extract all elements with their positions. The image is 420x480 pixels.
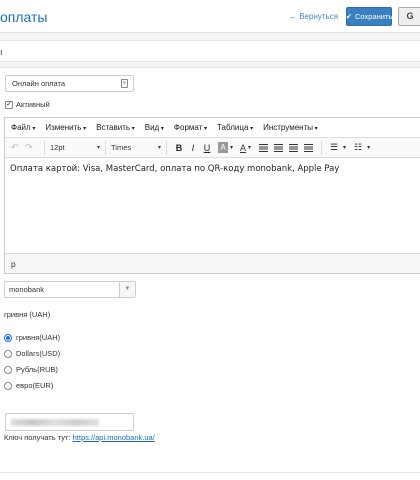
currency-option-usd[interactable]: Dollars(USD) — [4, 349, 60, 358]
bold-icon[interactable]: B — [172, 143, 186, 153]
editor-content[interactable]: Оплата картой: Visa, MasterCard, оплата … — [5, 158, 420, 253]
active-checkbox[interactable]: ✓ — [5, 100, 13, 109]
currency-option-label: евро(EUR) — [16, 381, 54, 390]
font-size-select[interactable]: 12pt — [50, 143, 100, 152]
rich-text-editor: Файл Изменить Вставить Вид Формат Таблиц… — [4, 117, 420, 274]
payment-name-input[interactable]: Онлайн оплата ≡ — [5, 75, 134, 92]
field-badge-icon: ≡ — [121, 79, 128, 88]
editor-statusbar: p — [5, 253, 420, 273]
extra-button[interactable]: G — [398, 7, 420, 26]
name-strip-text: ı — [0, 47, 3, 57]
radio-usd[interactable] — [4, 349, 12, 358]
font-color-icon[interactable]: A — [240, 143, 246, 153]
align-right-icon[interactable] — [289, 143, 299, 152]
toolbar-divider — [105, 140, 106, 155]
module-select-value: monobank — [9, 285, 45, 294]
menu-tools[interactable]: Инструменты — [263, 123, 318, 132]
menu-format[interactable]: Формат — [174, 123, 207, 132]
radio-eur[interactable] — [4, 381, 12, 390]
menu-view[interactable]: Вид — [145, 123, 164, 132]
chevron-down-icon[interactable]: ▾ — [230, 144, 233, 151]
italic-icon[interactable]: I — [186, 143, 200, 153]
currency-option-label: гривня(UAH) — [16, 333, 61, 342]
currency-option-rub[interactable]: Рубль(RUB) — [4, 365, 58, 374]
menu-insert[interactable]: Вставить — [96, 123, 135, 132]
align-center-icon[interactable] — [274, 143, 284, 152]
editor-menubar: Файл Изменить Вставить Вид Формат Таблиц… — [5, 118, 420, 138]
font-family-value: Times — [111, 143, 132, 152]
redacted-key — [11, 419, 99, 426]
currency-option-uah[interactable]: гривня(UAH) — [4, 333, 60, 342]
check-icon: ✔ — [345, 12, 353, 21]
name-strip: ı — [0, 40, 420, 62]
api-key-input[interactable] — [5, 413, 134, 431]
radio-rub[interactable] — [4, 365, 12, 374]
currency-label: гривня (UAH) — [4, 310, 51, 319]
chevron-down-icon[interactable]: ▾ — [343, 144, 346, 151]
redo-icon[interactable]: ↷ — [25, 142, 39, 153]
chevron-down-icon[interactable]: ▼ — [119, 282, 135, 297]
currency-option-eur[interactable]: евро(EUR) — [4, 381, 53, 390]
payment-name-value: Онлайн оплата — [12, 79, 66, 88]
underline-icon[interactable]: U — [200, 143, 214, 153]
toolbar-divider — [321, 140, 323, 155]
save-button-label: Сохранить — [355, 12, 393, 21]
bullet-list-icon[interactable]: ☰ — [327, 142, 341, 153]
back-link[interactable]: ← Вернуться — [289, 12, 338, 21]
numbered-list-icon[interactable]: ☷ — [351, 142, 365, 153]
element-path: p — [11, 259, 16, 269]
currency-option-label: Рубль(RUB) — [16, 365, 58, 374]
module-select[interactable]: monobank ▼ — [4, 281, 136, 298]
font-size-value: 12pt — [50, 143, 65, 152]
menu-table[interactable]: Таблица — [217, 123, 253, 132]
save-button[interactable]: ✔ Сохранить — [346, 7, 392, 26]
align-left-icon[interactable] — [259, 143, 269, 152]
currency-option-label: Dollars(USD) — [16, 349, 61, 358]
active-label: Активный — [16, 100, 50, 109]
api-key-hint: Ключ получать тут: https://api.monobank.… — [4, 433, 155, 442]
api-key-hint-text: Ключ получать тут: — [4, 433, 71, 442]
align-justify-icon[interactable] — [304, 143, 314, 152]
menu-file[interactable]: Файл — [11, 123, 35, 132]
chevron-down-icon[interactable]: ▾ — [367, 144, 370, 151]
undo-icon[interactable]: ↶ — [11, 142, 25, 153]
active-checkbox-row[interactable]: ✓ Активный — [5, 100, 50, 109]
font-family-select[interactable]: Times — [111, 143, 161, 152]
toolbar-divider — [44, 140, 45, 155]
radio-uah[interactable] — [4, 333, 12, 342]
divider — [0, 472, 420, 473]
toolbar-divider — [166, 140, 167, 155]
page-title: оплаты — [0, 9, 48, 25]
editor-toolbar: ↶ ↷ 12pt Times B I U A ▾ A ▾ ☰ ▾ ☷ ▾ — [5, 138, 420, 158]
monobank-api-link[interactable]: https://api.monobank.ua/ — [73, 433, 155, 442]
chevron-down-icon[interactable]: ▾ — [248, 144, 251, 151]
highlight-color-icon[interactable]: A — [218, 142, 228, 153]
page-header: оплаты ← Вернуться ✔ Сохранить G — [0, 0, 420, 33]
menu-edit[interactable]: Изменить — [45, 123, 86, 132]
